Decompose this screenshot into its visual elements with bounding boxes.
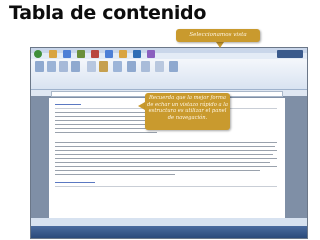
text-line xyxy=(55,158,277,159)
heading-link[interactable] xyxy=(55,104,81,105)
callout-top-tail xyxy=(216,42,224,48)
text-line xyxy=(55,170,260,171)
text-line xyxy=(55,150,277,151)
callout-middle: Recuerda que la mejor forma de echar un … xyxy=(145,93,230,130)
taskbar-app-icon[interactable] xyxy=(91,50,99,58)
taskbar-app-icon[interactable] xyxy=(49,50,57,58)
taskbar-app-icon[interactable] xyxy=(133,50,141,58)
ribbon-button[interactable] xyxy=(71,61,80,72)
ribbon-button[interactable] xyxy=(35,61,44,72)
slide-title: Tabla de contenido xyxy=(9,2,207,24)
text-line xyxy=(55,174,175,175)
ribbon-button[interactable] xyxy=(155,61,164,72)
start-button[interactable] xyxy=(34,50,42,58)
text-line xyxy=(55,146,275,147)
text-line xyxy=(55,154,273,155)
ribbon-button[interactable] xyxy=(127,61,136,72)
ribbon-button[interactable] xyxy=(99,61,108,72)
status-bar xyxy=(31,218,307,226)
callout-top: Seleccionamos vista xyxy=(176,29,260,42)
taskbar-app-icon[interactable] xyxy=(105,50,113,58)
ribbon-button[interactable] xyxy=(59,61,68,72)
ribbon-button[interactable] xyxy=(113,61,122,72)
text-line xyxy=(55,162,270,163)
ribbon-button[interactable] xyxy=(169,61,178,72)
section-rule xyxy=(55,186,277,187)
text-line xyxy=(55,166,277,167)
taskbar xyxy=(31,226,307,238)
section-link[interactable] xyxy=(55,182,95,183)
ribbon-button[interactable] xyxy=(47,61,56,72)
ribbon-button[interactable] xyxy=(87,61,96,72)
text-line xyxy=(55,142,277,143)
system-tray xyxy=(277,50,303,58)
ribbon-button[interactable] xyxy=(141,61,150,72)
taskbar-app-icon[interactable] xyxy=(63,50,71,58)
taskbar-app-icon[interactable] xyxy=(119,50,127,58)
taskbar-app-icon[interactable] xyxy=(147,50,155,58)
callout-middle-tail xyxy=(138,102,145,110)
text-line xyxy=(55,132,157,133)
taskbar-app-icon[interactable] xyxy=(77,50,85,58)
word-screenshot xyxy=(30,47,308,239)
